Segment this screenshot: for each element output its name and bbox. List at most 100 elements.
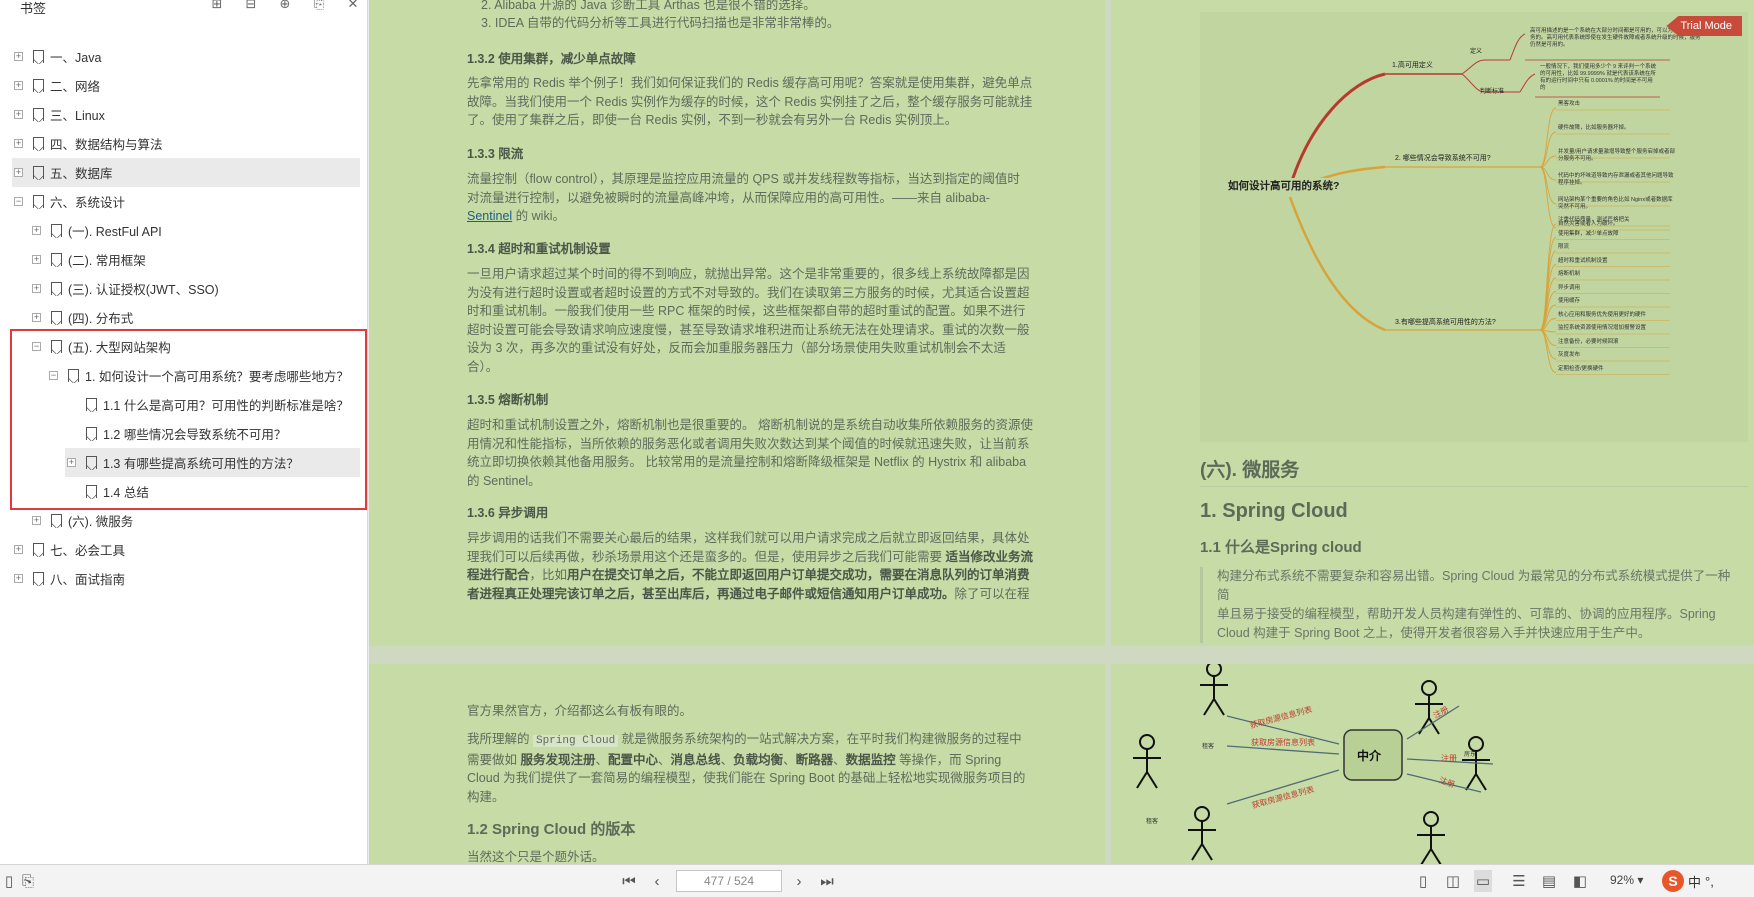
expand-icon[interactable]: + [14,545,23,554]
ime-indicator[interactable]: S 中 °, [1662,870,1714,892]
bookmark-label: 四、数据结构与算法 [50,138,163,152]
bookmark-item[interactable]: − 六、系统设计 [0,187,368,216]
bookmark-item[interactable]: + 一、Java [0,42,368,71]
bookmark-item[interactable]: + 三、Linux [0,100,368,129]
sentinel-link[interactable]: Sentinel [467,209,512,223]
bookmark-icon [86,485,97,499]
continuous-view-icon[interactable]: ☰ [1510,870,1528,892]
mindmap-leaf: 异步调用 [1558,284,1581,291]
mindmap-leaf: 使用集群，减少单点故障 [1558,230,1619,237]
mindmap-leaf: 核心应用和服务优先使用更好的硬件 [1558,311,1647,318]
bookmark-item[interactable]: + 七、必会工具 [0,535,368,564]
fit-width-icon[interactable]: ▭ [1474,870,1492,892]
expand-icon[interactable]: + [14,110,23,119]
bookmark-label: 三、Linux [50,109,105,123]
center-node-label: 中介 [1357,749,1382,763]
bookmark-label: 1.1 什么是高可用？可用性的判断标准是啥？ [103,399,349,413]
bookmark-item[interactable]: 1.2 哪些情况会导致系统不可用？ [0,419,368,448]
close-icon[interactable]: ✕ [345,0,361,12]
mindmap-branch: 1.高可用定义 [1392,62,1433,69]
bookmark-item[interactable]: + (三). 认证授权(JWT、SSO) [0,274,368,303]
sidebar-toggle-icon[interactable]: ▯ [2,870,16,892]
trial-mode-badge: Trial Mode [1666,16,1742,36]
document-page: 中介 获取房源信息列表 获取房源信息列表 获取房源信息列表 注册 注册 注册 租… [1111,661,1754,864]
bookmark-label: 二、网络 [50,80,101,94]
bookmark-item[interactable]: − (五). 大型网站架构 [0,332,368,361]
expand-icon[interactable]: + [67,458,76,467]
page-number-input[interactable]: 477 / 524 [676,870,782,892]
bookmark-item[interactable]: + 二、网络 [0,71,368,100]
expand-icon[interactable]: + [32,255,41,264]
expand-icon[interactable]: + [14,52,23,61]
bookmark-label: 五、数据库 [50,167,113,181]
heading-1-3-4: 1.3.4 超时和重试机制设置 [467,242,611,256]
zoom-level[interactable]: 92% ▾ [1610,873,1643,887]
ime-language: 中 [1688,874,1702,890]
scroll-view-icon[interactable]: ▤ [1540,870,1558,892]
bookmark-icon [86,398,97,412]
collapse-icon[interactable]: − [49,371,58,380]
bookmark-item[interactable]: +1.3 有哪些提高系统可用性的方法？ [65,448,360,477]
expand-icon[interactable]: + [32,226,41,235]
bookmark-item[interactable]: + 八、面试指南 [0,564,368,593]
expand-icon[interactable]: + [14,574,23,583]
expand-icon[interactable]: + [14,81,23,90]
document-page: 官方果然官方，介绍都这么有板有眼的。 我所理解的 Spring Cloud 就是… [369,664,1105,864]
two-page-view-icon[interactable]: ◧ [1570,870,1590,892]
collapse-all-icon[interactable]: ⊟ [243,0,259,12]
bookmark-item[interactable]: + 四、数据结构与算法 [0,129,368,158]
bookmark-icon [33,108,44,122]
bookmark-label: 1.4 总结 [103,486,149,500]
ime-punct: °, [1705,873,1714,889]
document-view[interactable]: 2. Alibaba 开源的 Java 诊断工具 Arthas 也是很不错的选择… [369,0,1754,864]
first-page-button[interactable]: ⏮ [620,870,638,892]
bookmark-label: (五). 大型网站架构 [68,341,171,355]
arrow-label: 获取房源信息列表 [1251,738,1315,747]
bookmark-item[interactable]: + (四). 分布式 [0,303,368,332]
sogou-ime-icon[interactable]: S [1662,870,1684,892]
bookmark-item[interactable]: + (二). 常用框架 [0,245,368,274]
bookmark-icon [51,224,62,238]
bookmark-label: 八、面试指南 [50,573,126,587]
bookmark-label: (二). 常用框架 [68,254,146,268]
expand-all-icon[interactable]: ⊞ [209,0,225,12]
prev-page-button[interactable]: ‹ [648,870,666,892]
bookmark-item[interactable]: + (六). 微服务 [0,506,368,535]
bookmark-label: 六、系统设计 [50,196,126,210]
next-page-button[interactable]: › [790,870,808,892]
bookmark-icon [33,543,44,557]
sidebar-title: 书签 [20,1,47,16]
bookmark-icon [86,427,97,441]
expand-icon[interactable]: + [14,139,23,148]
spring-cloud-diagram [1133,661,1494,864]
bookmark-label: (一). RestFul API [68,225,162,239]
add-bookmark-icon[interactable]: ⊕ [277,0,293,12]
expand-icon[interactable]: + [14,168,23,177]
bookmark-item[interactable]: + 五、数据库 [12,158,360,187]
bookmark-label: (六). 微服务 [68,515,134,529]
bookmark-icon [33,195,44,209]
last-page-button[interactable]: ⏭ [818,870,836,892]
export-icon[interactable]: ⎘ [20,870,36,892]
bookmark-sidebar: 书签 ⊞ ⊟ ⊕ ⎘ ✕ + 一、Java + 二、网络 + 三、Linux + 四、数据结构… [0,0,368,864]
mindmap-branch: 3.有哪些提高系统可用性的方法? [1395,319,1496,326]
bookmark-item[interactable]: + (一). RestFul API [0,216,368,245]
figure-label: 房东 [1464,752,1477,758]
fit-page-icon[interactable]: ◫ [1444,870,1462,892]
bookmark-outline-icon[interactable]: ⎘ [311,0,327,12]
single-page-view-icon[interactable]: ▯ [1414,870,1432,892]
mindmap-figure: 如何设计高可用的系统? 1.高可用定义 定义 高可用描述的是一个系统在大部分时间… [1200,12,1748,442]
collapse-icon[interactable]: − [14,197,23,206]
expand-icon[interactable]: + [32,284,41,293]
figure-label: 租客 [1146,819,1159,825]
bookmark-item[interactable]: 1.1 什么是高可用？可用性的判断标准是啥？ [0,390,368,419]
bookmark-item[interactable]: 1.4 总结 [0,477,368,506]
mindmap-leaf: 熔断机制 [1558,271,1581,277]
expand-icon[interactable]: + [32,516,41,525]
mindmap-leaf: 黑客攻击 [1558,101,1581,107]
collapse-icon[interactable]: − [32,342,41,351]
mindmap-leaf: 硬件故障，比如服务器坏掉。 [1558,125,1630,131]
bookmark-item[interactable]: − 1. 如何设计一个高可用系统？要考虑哪些地方？ [0,361,368,390]
heading-spring-cloud-version: 1.2 Spring Cloud 的版本 [467,821,636,838]
expand-icon[interactable]: + [32,313,41,322]
